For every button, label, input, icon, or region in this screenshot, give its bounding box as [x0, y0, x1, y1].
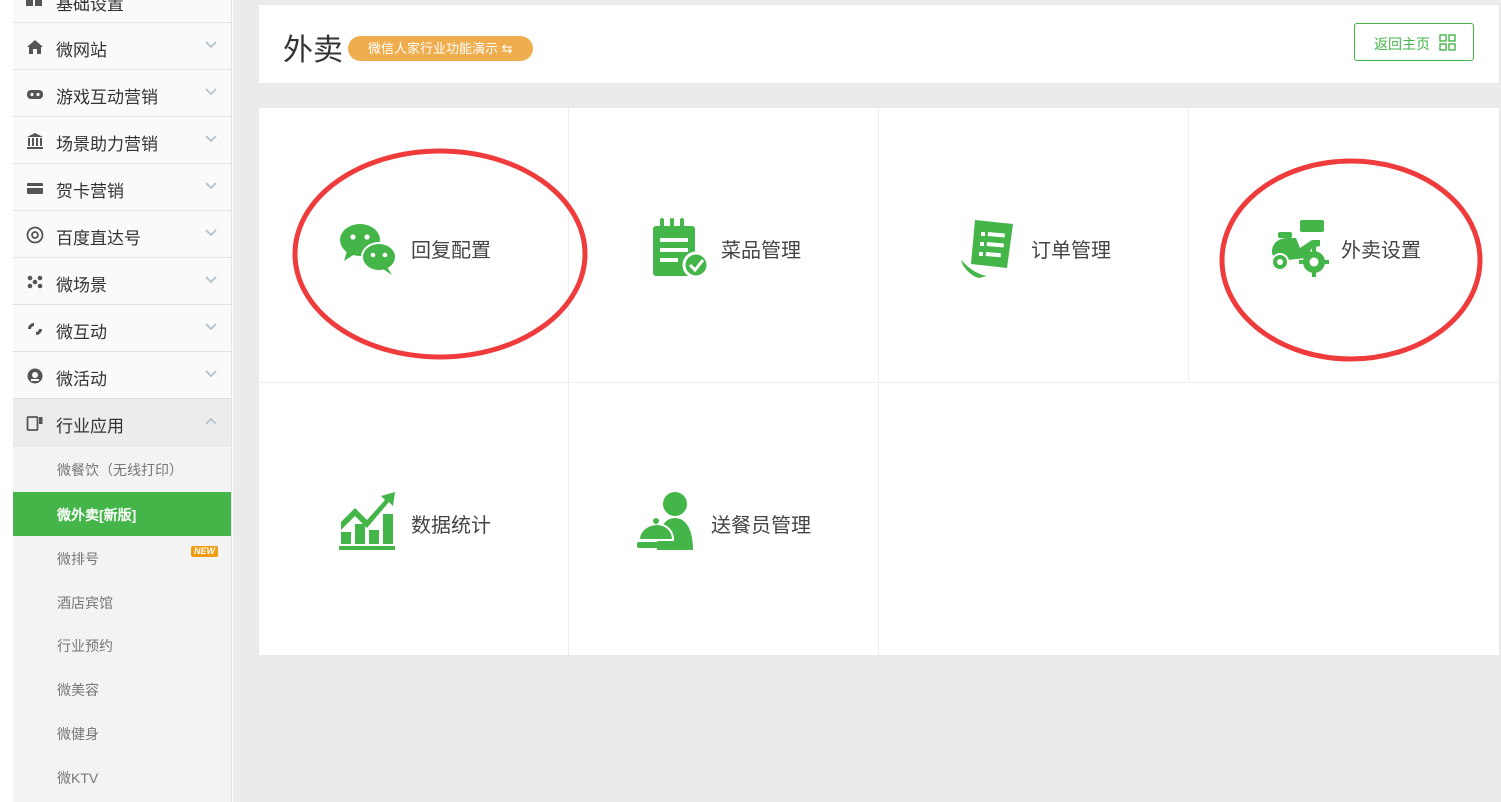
main-content: 外卖 微信人家行业功能演示 ⇆ 返回主页 回复配置 菜品管理 订单管理 外卖设置… [233, 0, 1501, 802]
sidebar-item-weichangjing[interactable]: 微场景 [13, 258, 231, 305]
sidebar-item-card-marketing[interactable]: 贺卡营销 [13, 164, 231, 211]
sidebar-item-scene-marketing[interactable]: 场景助力营销 [13, 117, 231, 164]
chevron-down-icon [205, 135, 217, 143]
tile-label: 订单管理 [1031, 240, 1111, 262]
home-button[interactable]: 返回主页 [1354, 23, 1474, 61]
sidebar-sub-label: 行业预约 [57, 638, 113, 654]
delivery-person-icon [637, 492, 693, 550]
sidebar-item-weihudong[interactable]: 微互动 [13, 305, 231, 352]
chevron-down-icon [205, 323, 217, 331]
at-icon [26, 226, 44, 244]
scooter-settings-icon [1271, 220, 1329, 277]
sidebar-sub-label: 微外卖[新版] [57, 507, 137, 523]
sidebar-item-label: 基础设置 [56, 0, 124, 14]
sidebar-item-game-marketing[interactable]: 游戏互动营销 [13, 70, 231, 117]
sidebar-sub-item[interactable]: 酒店宾馆 [13, 580, 231, 624]
sidebar-sub-label: 微排号 [57, 551, 99, 567]
industry-icon [26, 416, 43, 431]
demo-badge[interactable]: 微信人家行业功能演示 ⇆ [348, 36, 533, 61]
chart-growth-icon [339, 492, 395, 550]
new-badge: NEW [191, 546, 218, 557]
sidebar-item-label: 场景助力营销 [56, 135, 158, 154]
chevron-down-icon [205, 182, 217, 190]
home-button-label: 返回主页 [1374, 36, 1430, 52]
sidebar-item-label: 行业应用 [56, 417, 124, 436]
tile-takeaway-settings[interactable]: 外卖设置 [1189, 108, 1499, 382]
left-gutter [0, 0, 13, 802]
tile-label: 菜品管理 [721, 240, 801, 262]
tile-label: 回复配置 [411, 240, 491, 262]
chevron-down-icon [205, 88, 217, 96]
sidebar-item-weiwangzhan[interactable]: 微网站 [13, 23, 231, 70]
order-receipt-icon [961, 220, 1013, 278]
feature-grid: 回复配置 菜品管理 订单管理 外卖设置 数据统计 送餐员管理 [259, 108, 1499, 655]
sidebar-item-weihuodong[interactable]: 微活动 [13, 352, 231, 399]
sidebar-item-partial[interactable]: 基础设置 [13, 0, 231, 23]
sidebar-sub-item[interactable]: 行业预约 [13, 623, 231, 667]
sidebar-sub-label: 微健身 [57, 726, 99, 742]
grid-icon [26, 0, 42, 6]
sidebar-sub-item[interactable]: 微健身 [13, 711, 231, 755]
chevron-down-icon [205, 276, 217, 284]
sidebar-sub-label: 微餐饮（无线打印） [57, 462, 183, 478]
card-icon [27, 183, 43, 194]
tile-label: 外卖设置 [1341, 240, 1421, 262]
tile-data-statistics[interactable]: 数据统计 [259, 382, 569, 656]
sidebar-item-baidu[interactable]: 百度直达号 [13, 211, 231, 258]
chevron-up-icon [205, 417, 217, 425]
grid-apps-icon [1439, 34, 1456, 51]
chevron-down-icon [205, 41, 217, 49]
menu-list-icon [653, 218, 710, 279]
tile-delivery-staff[interactable]: 送餐员管理 [569, 382, 879, 656]
sidebar-item-industry[interactable]: 行业应用 [13, 399, 231, 446]
page-title: 外卖 [283, 34, 343, 67]
chevron-down-icon [205, 370, 217, 378]
page-header: 外卖 微信人家行业功能演示 ⇆ 返回主页 [259, 5, 1499, 83]
chevron-down-icon [205, 229, 217, 237]
sidebar-sub-item[interactable]: 微餐饮（无线打印） [13, 447, 231, 491]
sidebar-sub-label: 微KTV [57, 770, 99, 786]
sidebar-item-label: 微活动 [56, 370, 107, 389]
gamepad-icon [27, 90, 43, 99]
sidebar-item-label: 微互动 [56, 323, 107, 342]
sidebar-sub-item[interactable]: 微美容 [13, 667, 231, 711]
sidebar: 基础设置 微网站 游戏互动营销 场景助力营销 贺卡营销 百度直达号 微场景 微互… [13, 0, 232, 802]
home-icon [27, 40, 43, 54]
sidebar-sub-item[interactable]: 微KTV [13, 755, 231, 799]
interact-icon [28, 323, 42, 335]
sidebar-item-label: 贺卡营销 [56, 182, 124, 201]
sidebar-item-label: 百度直达号 [56, 229, 141, 248]
wechat-icon [340, 224, 397, 275]
tile-reply-config[interactable]: 回复配置 [259, 108, 569, 382]
scene-icon [27, 275, 43, 289]
tile-label: 送餐员管理 [711, 515, 811, 537]
sidebar-item-label: 游戏互动营销 [56, 88, 158, 107]
tile-order-management[interactable]: 订单管理 [879, 108, 1189, 382]
sidebar-sub-label: 微美容 [57, 682, 99, 698]
sidebar-sub-label: 酒店宾馆 [57, 595, 113, 611]
tile-dish-management[interactable]: 菜品管理 [569, 108, 879, 382]
sidebar-sub-item[interactable]: 微排号 NEW [13, 536, 231, 580]
bank-icon [27, 133, 43, 149]
sidebar-item-label: 微场景 [56, 276, 107, 295]
activity-icon [27, 368, 43, 384]
sidebar-item-label: 微网站 [56, 41, 107, 60]
tile-label: 数据统计 [411, 515, 491, 537]
sidebar-sub-item-active[interactable]: 微外卖[新版] [13, 492, 231, 536]
